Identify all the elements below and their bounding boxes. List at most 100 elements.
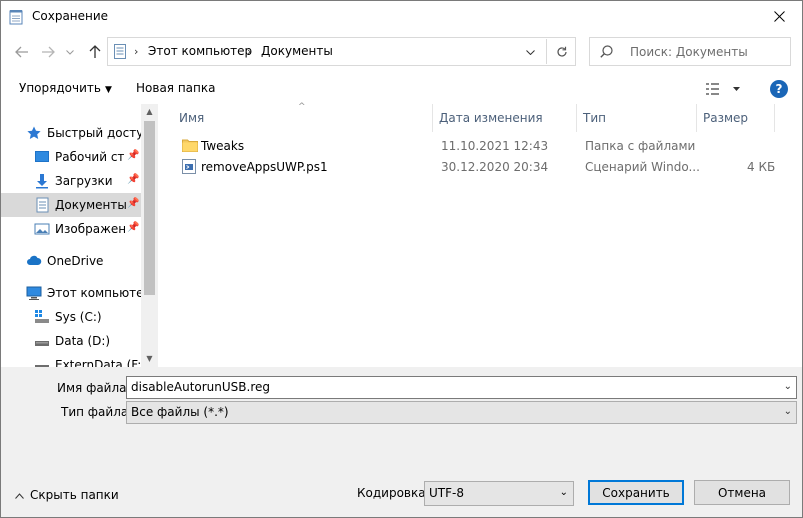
column-header-label: Дата изменения bbox=[439, 111, 543, 125]
scrollbar-thumb[interactable] bbox=[144, 121, 155, 295]
breadcrumb-separator-icon[interactable]: › bbox=[134, 45, 138, 58]
sidebar-item-desktop[interactable]: Рабочий сто. 📌 bbox=[1, 145, 141, 169]
forward-button[interactable] bbox=[37, 40, 59, 64]
help-button[interactable]: ? bbox=[770, 80, 788, 98]
documents-icon bbox=[36, 197, 49, 213]
search-box[interactable]: Поиск: Документы bbox=[589, 37, 791, 66]
file-type: Сценарий Windo... bbox=[585, 160, 700, 174]
sidebar-item-label: Документы bbox=[55, 198, 127, 212]
pin-icon[interactable]: 📌 bbox=[127, 222, 139, 233]
pin-icon[interactable]: 📌 bbox=[127, 174, 139, 185]
sidebar-item-pictures[interactable]: Изображени 📌 bbox=[1, 217, 141, 241]
column-header-size[interactable]: Размер bbox=[697, 104, 775, 132]
save-form: Имя файла: disableAutorunUSB.reg ⌄ Тип ф… bbox=[1, 367, 802, 517]
drive-icon bbox=[35, 310, 49, 323]
folder-icon bbox=[182, 139, 198, 152]
search-icon bbox=[600, 45, 613, 58]
back-button[interactable] bbox=[11, 40, 33, 64]
new-folder-button[interactable]: Новая папка bbox=[136, 81, 215, 95]
encoding-select[interactable]: UTF-8 ⌄ bbox=[424, 481, 574, 506]
file-name: removeAppsUWP.ps1 bbox=[201, 160, 328, 174]
notepad-icon bbox=[9, 10, 23, 25]
column-header-name[interactable]: Имя bbox=[159, 104, 433, 132]
filename-field[interactable]: disableAutorunUSB.reg ⌄ bbox=[126, 376, 797, 399]
close-button[interactable] bbox=[756, 1, 802, 32]
organize-label: Упорядочить bbox=[19, 81, 101, 95]
save-button[interactable]: Сохранить bbox=[588, 480, 684, 505]
file-size: 4 КБ bbox=[747, 160, 776, 174]
chevron-down-icon: ▼ bbox=[104, 85, 112, 95]
filename-label: Имя файла: bbox=[57, 381, 131, 395]
file-row[interactable]: removeAppsUWP.ps1 30.12.2020 20:34 Сцена… bbox=[176, 157, 776, 177]
sidebar-item-this-pc[interactable]: Этот компьютер bbox=[1, 281, 151, 305]
sidebar-item-documents[interactable]: Документы 📌 bbox=[1, 193, 141, 217]
details-view-icon bbox=[706, 83, 740, 95]
search-input[interactable]: Поиск: Документы bbox=[630, 45, 748, 59]
filetype-select[interactable]: Все файлы (*.*) ⌄ bbox=[126, 401, 797, 424]
column-header-label: Тип bbox=[583, 111, 606, 125]
scroll-down-icon[interactable]: ▼ bbox=[145, 354, 154, 363]
encoding-value: UTF-8 bbox=[429, 486, 464, 500]
view-options-button[interactable] bbox=[705, 80, 745, 98]
window-title: Сохранение bbox=[32, 9, 109, 23]
close-icon bbox=[773, 11, 785, 22]
pin-icon[interactable]: 📌 bbox=[127, 150, 139, 161]
breadcrumb-separator-icon[interactable]: › bbox=[247, 45, 251, 58]
sidebar-item-label: Sys (C:) bbox=[55, 310, 102, 324]
file-date: 11.10.2021 12:43 bbox=[441, 139, 549, 153]
sidebar-item-label: Data (D:) bbox=[55, 334, 111, 348]
breadcrumb-computer[interactable]: Этот компьютер bbox=[148, 44, 252, 58]
scroll-up-icon[interactable]: ▲ bbox=[145, 107, 154, 116]
sidebar-item-downloads[interactable]: Загрузки 📌 bbox=[1, 169, 141, 193]
sidebar-item-onedrive[interactable]: OneDrive bbox=[1, 249, 141, 273]
hide-folders-button[interactable]: Скрыть папки bbox=[15, 488, 119, 502]
pictures-icon bbox=[34, 223, 50, 235]
arrow-up-icon bbox=[89, 45, 101, 58]
file-name: Tweaks bbox=[201, 139, 245, 153]
column-header-date[interactable]: Дата изменения bbox=[433, 104, 577, 132]
desktop-icon bbox=[35, 151, 49, 162]
sidebar-item-label: Загрузки bbox=[55, 174, 113, 188]
star-icon bbox=[27, 126, 41, 139]
sidebar-item-label: Рабочий сто. bbox=[55, 150, 125, 164]
column-header-label: Размер bbox=[703, 111, 749, 125]
encoding-label: Кодировка: bbox=[357, 486, 430, 500]
chevron-up-icon bbox=[15, 492, 24, 499]
sidebar-item-label: ExternData (F:) bbox=[55, 358, 146, 367]
column-header-label: Имя bbox=[179, 111, 205, 125]
sidebar-item-drive-d[interactable]: Data (D:) bbox=[1, 329, 141, 353]
sidebar-item-quick-access[interactable]: Быстрый доступ bbox=[1, 121, 151, 145]
download-icon bbox=[36, 174, 48, 189]
file-date: 30.12.2020 20:34 bbox=[441, 160, 549, 174]
refresh-icon bbox=[556, 46, 567, 57]
filetype-value: Все файлы (*.*) bbox=[131, 405, 229, 419]
drive-icon bbox=[35, 341, 49, 346]
up-button[interactable] bbox=[84, 40, 106, 64]
pin-icon[interactable]: 📌 bbox=[127, 198, 139, 209]
computer-icon bbox=[26, 286, 42, 300]
breadcrumb-documents[interactable]: Документы bbox=[261, 44, 333, 58]
organize-button[interactable]: Упорядочить ▼ bbox=[19, 81, 112, 95]
chevron-down-icon: ⌄ bbox=[559, 487, 568, 498]
cloud-icon bbox=[27, 255, 42, 265]
file-type: Папка с файлами bbox=[585, 139, 696, 153]
chevron-down-icon[interactable]: ⌄ bbox=[784, 381, 792, 392]
address-bar[interactable]: › Этот компьютер › Документы bbox=[107, 37, 576, 66]
address-history-button[interactable] bbox=[519, 44, 541, 60]
file-list: ^ Имя Дата изменения Тип Размер Tweaks 1… bbox=[159, 102, 802, 367]
sidebar-scrollbar[interactable]: ▲ ▼ bbox=[141, 104, 158, 367]
sidebar-item-drive-c[interactable]: Sys (C:) bbox=[1, 305, 141, 329]
script-icon bbox=[182, 159, 196, 174]
save-dialog: Сохранение › Этот компьютер › Документы … bbox=[0, 0, 803, 518]
filename-input[interactable]: disableAutorunUSB.reg bbox=[131, 380, 270, 394]
chevron-down-icon: ⌄ bbox=[783, 406, 792, 417]
sidebar-item-label: Быстрый доступ bbox=[47, 126, 152, 140]
cancel-button[interactable]: Отмена bbox=[694, 480, 790, 505]
refresh-button[interactable] bbox=[546, 39, 576, 64]
sidebar-item-label: Изображени bbox=[55, 222, 125, 236]
recent-locations-button[interactable] bbox=[63, 40, 77, 64]
sidebar-item-drive-f[interactable]: ExternData (F:) bbox=[1, 353, 146, 367]
column-header-type[interactable]: Тип bbox=[577, 104, 697, 132]
file-row[interactable]: Tweaks 11.10.2021 12:43 Папка с файлами bbox=[176, 136, 776, 156]
navigation-bar: › Этот компьютер › Документы Поиск: Доку… bbox=[1, 32, 802, 72]
